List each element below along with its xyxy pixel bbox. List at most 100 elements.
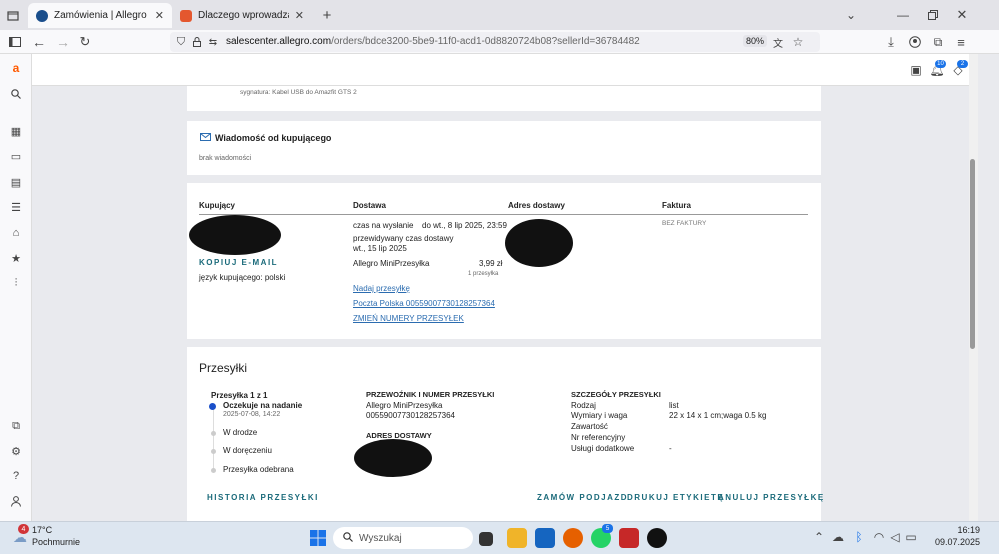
back-icon[interactable]: ← <box>30 33 48 51</box>
weather-badge: 4 <box>18 524 29 534</box>
restore-icon[interactable] <box>924 6 942 24</box>
details-header: SZCZEGÓŁY PRZESYŁKI <box>571 390 661 399</box>
reload-icon[interactable]: ↻ <box>76 33 94 51</box>
dashboard-icon[interactable]: ▦ <box>6 121 26 141</box>
clock-time[interactable]: 16:19 <box>944 525 980 535</box>
ratings-star-icon[interactable]: ★ <box>6 248 26 268</box>
change-tracking-link[interactable]: ZMIEŃ NUMERY PRZESYŁEK <box>353 314 464 323</box>
extensions-icon[interactable]: ⧉ <box>929 33 947 51</box>
page-scrollbar[interactable] <box>969 54 978 521</box>
outlook-icon[interactable] <box>535 528 555 548</box>
taskbar-search[interactable]: Wyszukaj <box>333 527 473 549</box>
bookmark-star-icon[interactable]: ☆ <box>790 34 806 50</box>
tab-title: Zamówienia | Allegro Sales Cen <box>54 10 149 21</box>
wifi-icon[interactable]: ◠ <box>872 530 886 544</box>
timeline-step-date: 2025-07-08, 14:22 <box>223 411 281 418</box>
detail-value: - <box>669 444 672 453</box>
help-icon[interactable]: ? <box>6 466 26 486</box>
onedrive-icon[interactable]: ☁ <box>831 530 845 544</box>
print-label-button[interactable]: DRUKUJ ETYKIETĘ <box>627 493 724 502</box>
file-explorer-icon[interactable] <box>507 528 527 548</box>
detail-value: 22 x 14 x 1 cm;waga 0.5 kg <box>669 411 767 420</box>
forward-icon[interactable]: → <box>54 33 72 51</box>
shipment-history-button[interactable]: HISTORIA PRZESYŁKI <box>207 493 319 502</box>
tab-title: Dlaczego wprowadzacie klientów <box>198 10 289 21</box>
app2-icon[interactable] <box>647 528 667 548</box>
copy-email-button[interactable]: KOPIUJ E-MAIL <box>199 258 278 267</box>
screen: Zamówienia | Allegro Sales Cen ✕ Dlaczeg… <box>0 0 999 554</box>
url-text[interactable]: salescenter.allegro.com/orders/bdce3200-… <box>226 36 640 47</box>
close-tab-icon[interactable]: ✕ <box>295 9 304 22</box>
task-view-icon[interactable] <box>479 532 493 546</box>
tray-overflow-icon[interactable]: ⌃ <box>812 530 826 544</box>
weather-temp[interactable]: 17°C <box>32 525 52 535</box>
whatsapp-badge: 5 <box>602 524 613 533</box>
statistics-icon[interactable]: ⫶ <box>6 273 26 293</box>
allegro-logo-icon[interactable]: a <box>6 58 26 78</box>
messages-icon[interactable]: ⧉ <box>6 416 26 436</box>
ship-parcel-link[interactable]: Nadaj przesyłkę <box>353 284 410 293</box>
ship-time-value: do wt., 8 lip 2025, 23:59 <box>422 221 507 230</box>
chat-icon[interactable]: ▣ <box>908 62 924 78</box>
bluetooth-icon[interactable]: ᛒ <box>852 530 866 544</box>
zoom-level[interactable]: 80% <box>743 35 768 47</box>
message-empty-text: brak wiadomości <box>199 155 252 162</box>
shipments-card: Przesyłki Przesyłka 1 z 1 Oczekuje na na… <box>187 347 823 521</box>
scrollbar-thumb[interactable] <box>970 159 975 349</box>
order-pickup-button[interactable]: ZAMÓW PODJAZD <box>537 493 628 502</box>
cancel-shipment-button[interactable]: ANULUJ PRZESYŁKĘ <box>718 493 825 502</box>
address-bar[interactable]: ⛉ ⇆ salescenter.allegro.com/orders/bdce3… <box>170 32 820 52</box>
clock-date[interactable]: 09.07.2025 <box>926 537 980 547</box>
close-tab-icon[interactable]: ✕ <box>155 9 164 22</box>
tab-list-chevron-icon[interactable]: ⌄ <box>842 6 860 24</box>
translate-icon[interactable]: 文 <box>770 34 786 50</box>
buyer-message-card: Wiadomość od kupującego brak wiadomości <box>187 121 821 175</box>
windows-start-icon[interactable] <box>308 528 328 548</box>
search-icon[interactable] <box>6 84 26 104</box>
orders-icon[interactable]: ▤ <box>6 172 26 192</box>
menu-icon[interactable]: ≡ <box>952 33 970 51</box>
downloads-icon[interactable]: ⤓ <box>882 33 900 51</box>
browser-tab-bar: Zamówienia | Allegro Sales Cen ✕ Dlaczeg… <box>0 0 999 30</box>
app-icon[interactable] <box>619 528 639 548</box>
minimize-icon[interactable]: — <box>894 6 912 24</box>
lock-icon[interactable] <box>190 34 204 50</box>
redacted-shipment-address <box>354 439 432 477</box>
close-window-icon[interactable]: ✕ <box>953 6 971 24</box>
tab-overview-icon[interactable] <box>4 7 22 23</box>
promotions-icon[interactable]: ⌂ <box>6 223 26 243</box>
shield-icon[interactable]: ⛉ <box>174 34 188 50</box>
permissions-icon[interactable]: ⇆ <box>206 34 220 50</box>
sidebar-toggle-icon[interactable] <box>6 33 24 51</box>
offers-icon[interactable]: ▭ <box>6 146 26 166</box>
settings-gear-icon[interactable]: ⚙ <box>6 441 26 461</box>
battery-icon[interactable]: ▭ <box>904 530 918 544</box>
main-content: sygnatura: Kabel USB do Amazfit GTS 2 Wi… <box>32 86 969 521</box>
shipment-count: Przesyłka 1 z 1 <box>211 391 268 400</box>
address-column-header: Adres dostawy <box>508 201 565 210</box>
invoice-value: BEZ FAKTURY <box>662 220 707 227</box>
weather-desc[interactable]: Pochmurnie <box>32 537 80 547</box>
carrier-header: PRZEWOŹNIK I NUMER PRZESYŁKI <box>366 390 495 399</box>
shipments-title: Przesyłki <box>199 361 248 375</box>
firefox-icon[interactable] <box>563 528 583 548</box>
search-icon <box>343 531 353 545</box>
tab-article[interactable]: Dlaczego wprowadzacie klientów ✕ <box>172 3 312 28</box>
profile-icon[interactable] <box>6 491 26 511</box>
account-icon[interactable] <box>906 33 924 51</box>
redacted-buyer-info <box>189 215 281 255</box>
tracking-number: 00559007730128257364 <box>366 411 455 420</box>
expected-delivery-value: wt., 15 lip 2025 <box>353 244 407 253</box>
product-signature: sygnatura: Kabel USB do Amazfit GTS 2 <box>240 89 357 96</box>
new-tab-icon[interactable]: + <box>318 6 336 24</box>
tracking-link[interactable]: Poczta Polska 00559007730128257364 <box>353 299 495 308</box>
tab-orders[interactable]: Zamówienia | Allegro Sales Cen ✕ <box>28 3 172 28</box>
detail-key: Nr referencyjny <box>571 433 626 442</box>
envelope-icon <box>199 131 211 143</box>
documents-icon[interactable]: ☰ <box>6 197 26 217</box>
alerts-badge: 2 <box>957 60 968 68</box>
page-header: ▣ 🔔︎ 10 ◇ 2 <box>32 54 969 86</box>
timeline-line <box>213 409 214 469</box>
timeline-dot <box>211 449 216 454</box>
volume-icon[interactable]: ◁ <box>888 530 902 544</box>
